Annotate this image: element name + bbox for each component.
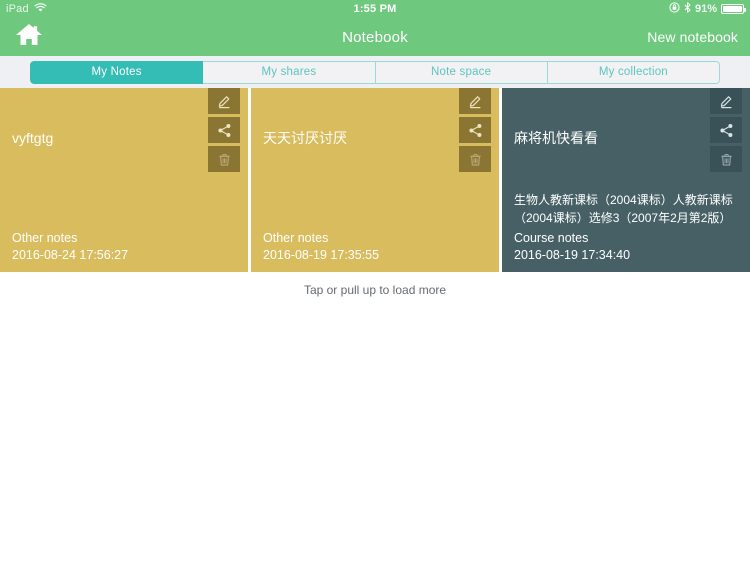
status-bar-clock: 1:55 PM — [353, 3, 397, 15]
home-icon — [15, 22, 43, 52]
bluetooth-icon — [684, 2, 691, 16]
segmented-control: My Notes My shares Note space My collect… — [30, 60, 720, 84]
edit-icon — [217, 94, 232, 109]
tab-note-space[interactable]: Note space — [375, 60, 548, 84]
share-note-button[interactable] — [710, 117, 742, 143]
tab-my-notes[interactable]: My Notes — [30, 60, 204, 84]
edit-note-button[interactable] — [459, 88, 491, 114]
note-title: 麻将机快看看 — [514, 130, 598, 146]
edit-icon — [468, 94, 483, 109]
note-category: Other notes — [263, 231, 329, 245]
note-card[interactable]: 麻将机快看看 生物人教新课标（2004课标）人教新课标（2004课标）选修3（2… — [502, 88, 750, 272]
delete-icon — [719, 152, 734, 167]
share-note-button[interactable] — [459, 117, 491, 143]
delete-icon — [468, 152, 483, 167]
notes-grid: vyftgtg Other notes 2016-08-24 17:56:27 — [0, 88, 750, 272]
note-category: Course notes — [514, 231, 589, 245]
note-footer: Other notes 2016-08-24 17:56:27 — [12, 231, 236, 262]
share-icon — [468, 123, 483, 138]
edit-icon — [719, 94, 734, 109]
new-notebook-button[interactable]: New notebook — [647, 29, 738, 45]
tab-my-shares[interactable]: My shares — [203, 60, 376, 84]
edit-note-button[interactable] — [208, 88, 240, 114]
note-footer: Course notes 2016-08-19 17:34:40 — [514, 231, 738, 262]
load-more-button[interactable]: Tap or pull up to load more — [0, 272, 750, 308]
note-title: vyftgtg — [12, 130, 54, 146]
note-footer: Other notes 2016-08-19 17:35:55 — [263, 231, 487, 262]
empty-area — [0, 308, 750, 562]
note-date: 2016-08-19 17:34:40 — [514, 248, 631, 262]
note-category: Other notes — [12, 231, 78, 245]
tab-strip: My Notes My shares Note space My collect… — [0, 56, 750, 88]
note-date: 2016-08-19 17:35:55 — [263, 248, 380, 262]
edit-note-button[interactable] — [710, 88, 742, 114]
share-note-button[interactable] — [208, 117, 240, 143]
delete-icon — [217, 152, 232, 167]
share-icon — [217, 123, 232, 138]
note-card[interactable]: vyftgtg Other notes 2016-08-24 17:56:27 — [0, 88, 248, 272]
home-button[interactable] — [12, 22, 46, 52]
status-bar: iPad 1:55 PM 91% — [0, 0, 750, 18]
status-bar-right: 91% — [669, 2, 746, 16]
note-actions — [208, 88, 240, 172]
share-icon — [719, 123, 734, 138]
page-title: Notebook — [342, 28, 408, 46]
battery-percent-label: 91% — [694, 3, 717, 15]
tab-my-collection[interactable]: My collection — [547, 60, 720, 84]
rotation-lock-icon — [669, 2, 680, 16]
note-title: 天天讨厌讨厌 — [263, 130, 347, 146]
note-card[interactable]: 天天讨厌讨厌 Other notes 2016-08-19 17:35:55 — [251, 88, 499, 272]
app-screen: iPad 1:55 PM 91% Notebook New notebook M… — [0, 0, 750, 562]
note-actions — [459, 88, 491, 172]
note-actions — [710, 88, 742, 172]
battery-icon — [721, 4, 746, 14]
delete-note-button[interactable] — [208, 146, 240, 172]
note-subtitle: 生物人教新课标（2004课标）人教新课标（2004课标）选修3（2007年2月第… — [514, 193, 733, 225]
navigation-bar: Notebook New notebook — [0, 18, 750, 56]
delete-note-button[interactable] — [710, 146, 742, 172]
delete-note-button[interactable] — [459, 146, 491, 172]
note-date: 2016-08-24 17:56:27 — [12, 248, 129, 262]
